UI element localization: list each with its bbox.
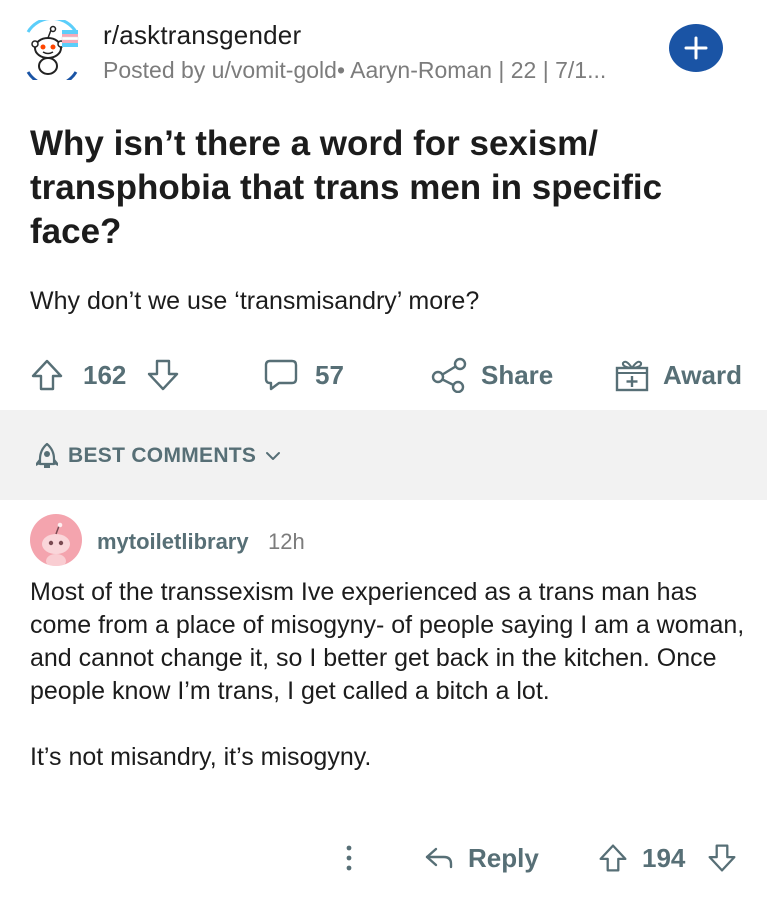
comment-action-bar: Reply 194 [0,836,767,880]
comment-body: Most of the transsexism Ive experienced … [30,576,750,807]
upvote-arrow-icon [599,844,627,872]
share-button[interactable]: Share [430,350,553,400]
award-label: Award [663,359,742,390]
snoo-avatar-icon [42,522,70,566]
more-options-button[interactable] [342,836,356,880]
comments-button[interactable]: 57 [263,350,344,400]
post-body: Why don’t we use ‘transmisandry’ more? [30,287,480,315]
comment-vote-count: 194 [642,842,686,873]
comment-author[interactable]: mytoiletlibrary [97,529,249,555]
comment-count: 57 [315,359,344,390]
downvote-button[interactable] [146,350,180,400]
plus-icon [684,36,708,60]
subreddit-name[interactable]: r/asktransgender [103,20,301,51]
downvote-arrow-icon [147,359,179,391]
vertical-dots-icon [346,845,352,871]
avatar[interactable] [30,514,82,566]
comment-upvote-button[interactable] [598,836,628,880]
comment: mytoiletlibrary 12h Most of the transsex… [0,500,767,900]
post-header: r/asktransgender Posted by u/vomit-gold•… [0,0,767,100]
post-meta: Posted by u/vomit-gold• Aaryn-Roman | 22… [103,57,607,83]
comment-sort-bar[interactable]: BEST COMMENTS [0,410,767,500]
comment-paragraph: Most of the transsexism Ive experienced … [30,578,745,705]
award-button[interactable]: Award [614,350,742,400]
upvote-count: 162 [83,359,127,390]
rocket-icon [36,442,58,468]
post-action-bar: 162 57 Share Award [0,350,767,400]
share-icon [431,357,467,393]
comment-timestamp: 12h [268,529,305,554]
sort-label: BEST COMMENTS [68,444,257,467]
gift-award-icon [615,360,649,392]
downvote-arrow-icon [708,844,736,872]
share-label: Share [481,359,554,390]
comment-paragraph: It’s not misandry, it’s misogyny. [30,743,372,771]
comment-bubble-icon [264,359,298,391]
subreddit-avatar[interactable] [22,16,82,88]
snoo-icon [26,16,79,88]
upvote-button[interactable] [30,350,64,400]
upvote-arrow-icon [31,359,63,391]
reply-label: Reply [468,842,539,873]
reply-button[interactable]: Reply [424,836,539,880]
chevron-down-icon [266,452,280,460]
comment-downvote-button[interactable] [707,836,737,880]
join-button[interactable] [669,24,723,72]
post-title: Why isn’t there a word for sexism/ trans… [30,124,663,251]
reply-arrow-icon [425,847,453,869]
